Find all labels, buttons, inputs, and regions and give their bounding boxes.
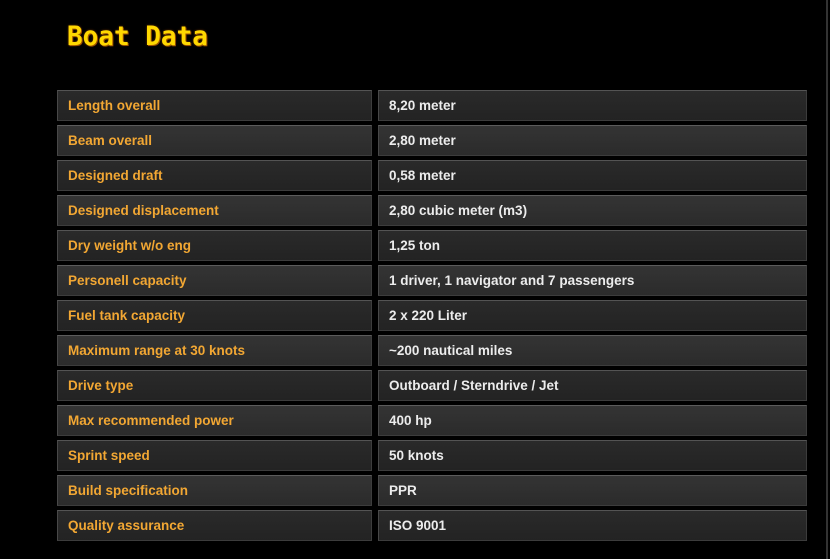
spec-label: Sprint speed — [57, 440, 372, 471]
spec-value: 2 x 220 Liter — [378, 300, 807, 331]
spec-value: ~200 nautical miles — [378, 335, 807, 366]
spec-label: Build specification — [57, 475, 372, 506]
spec-label: Drive type — [57, 370, 372, 401]
spec-value: PPR — [378, 475, 807, 506]
table-row: Beam overall 2,80 meter — [57, 125, 807, 156]
spec-label: Dry weight w/o eng — [57, 230, 372, 261]
spec-value: 2,80 meter — [378, 125, 807, 156]
spec-label: Length overall — [57, 90, 372, 121]
spec-value: 50 knots — [378, 440, 807, 471]
spec-label: Beam overall — [57, 125, 372, 156]
spec-label: Fuel tank capacity — [57, 300, 372, 331]
table-row: Sprint speed 50 knots — [57, 440, 807, 471]
table-row: Maximum range at 30 knots ~200 nautical … — [57, 335, 807, 366]
table-row: Designed displacement 2,80 cubic meter (… — [57, 195, 807, 226]
spec-value: 1,25 ton — [378, 230, 807, 261]
table-row: Max recommended power 400 hp — [57, 405, 807, 436]
boat-data-table: Length overall 8,20 meter Beam overall 2… — [57, 90, 807, 545]
table-row: Quality assurance ISO 9001 — [57, 510, 807, 541]
spec-label: Designed displacement — [57, 195, 372, 226]
spec-value: 8,20 meter — [378, 90, 807, 121]
spec-value: 0,58 meter — [378, 160, 807, 191]
spec-value: ISO 9001 — [378, 510, 807, 541]
table-row: Fuel tank capacity 2 x 220 Liter — [57, 300, 807, 331]
spec-label: Personell capacity — [57, 265, 372, 296]
page: Boat Data Length overall 8,20 meter Beam… — [0, 0, 830, 559]
table-row: Drive type Outboard / Sterndrive / Jet — [57, 370, 807, 401]
spec-value: Outboard / Sterndrive / Jet — [378, 370, 807, 401]
right-edge-line — [826, 0, 828, 559]
table-row: Designed draft 0,58 meter — [57, 160, 807, 191]
table-row: Length overall 8,20 meter — [57, 90, 807, 121]
spec-label: Quality assurance — [57, 510, 372, 541]
table-row: Dry weight w/o eng 1,25 ton — [57, 230, 807, 261]
spec-label: Designed draft — [57, 160, 372, 191]
table-row: Build specification PPR — [57, 475, 807, 506]
spec-value: 400 hp — [378, 405, 807, 436]
page-title: Boat Data — [67, 22, 208, 53]
spec-value: 1 driver, 1 navigator and 7 passengers — [378, 265, 807, 296]
spec-value: 2,80 cubic meter (m3) — [378, 195, 807, 226]
spec-label: Max recommended power — [57, 405, 372, 436]
table-row: Personell capacity 1 driver, 1 navigator… — [57, 265, 807, 296]
spec-label: Maximum range at 30 knots — [57, 335, 372, 366]
